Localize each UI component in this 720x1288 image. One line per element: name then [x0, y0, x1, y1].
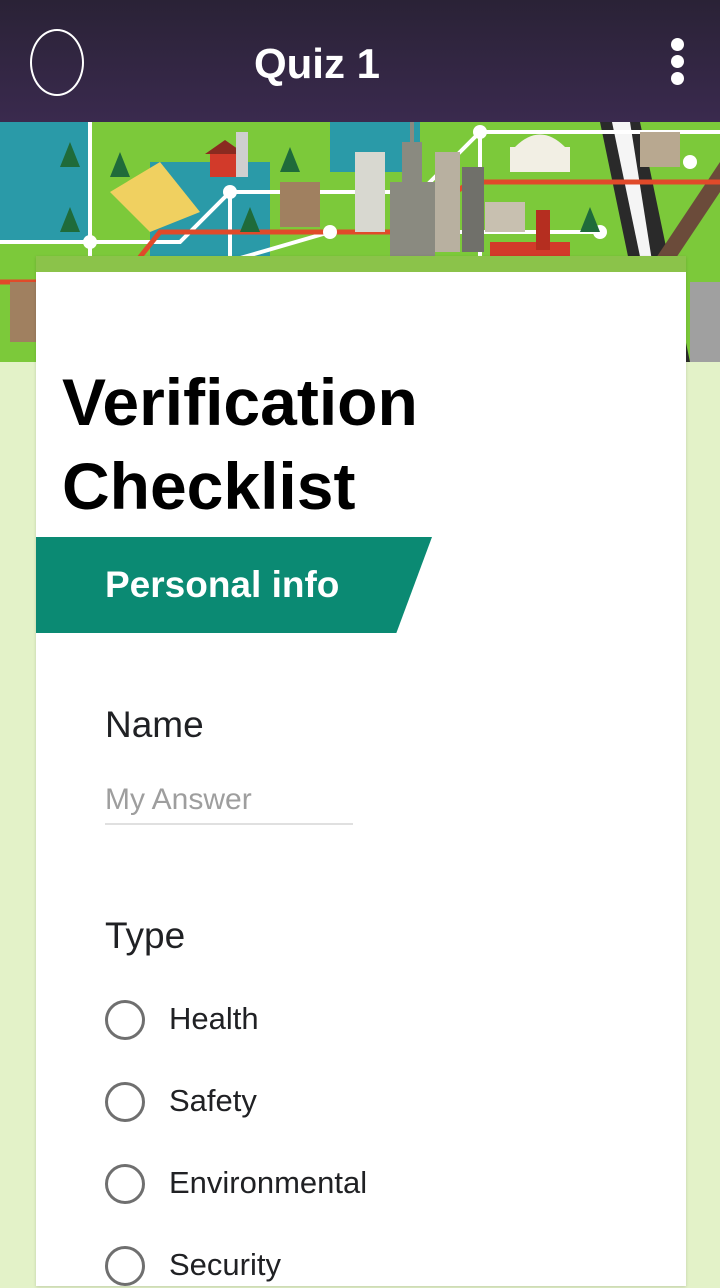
type-question-label: Type [105, 915, 186, 956]
section-label: Personal info [105, 564, 340, 605]
name-answer-input[interactable] [105, 777, 353, 823]
app-bar: Quiz 1 [0, 0, 720, 122]
name-answer-field [105, 777, 353, 825]
section-header: Personal info [36, 537, 432, 633]
app-bar-title: Quiz 1 [253, 40, 381, 87]
radio-option-environmental[interactable]: Environmental [105, 1162, 505, 1206]
radio-option-health[interactable]: Health [105, 998, 505, 1042]
name-question-label: Name [105, 704, 204, 745]
radio-label: Environmental [169, 1165, 368, 1200]
radio-button[interactable] [105, 1164, 145, 1204]
form-title: Verification Checklist [62, 365, 418, 523]
radio-option-safety[interactable]: Safety [105, 1080, 505, 1124]
radio-label: Safety [169, 1083, 257, 1118]
radio-button[interactable] [105, 1246, 145, 1286]
radio-label: Security [169, 1247, 281, 1282]
form-card: Verification Checklist Personal info Nam… [36, 256, 686, 1286]
more-vert-icon[interactable] [666, 36, 690, 88]
radio-button[interactable] [105, 1082, 145, 1122]
radio-option-security[interactable]: Security [105, 1244, 505, 1288]
radio-button[interactable] [105, 1000, 145, 1040]
radio-label: Health [169, 1001, 259, 1036]
